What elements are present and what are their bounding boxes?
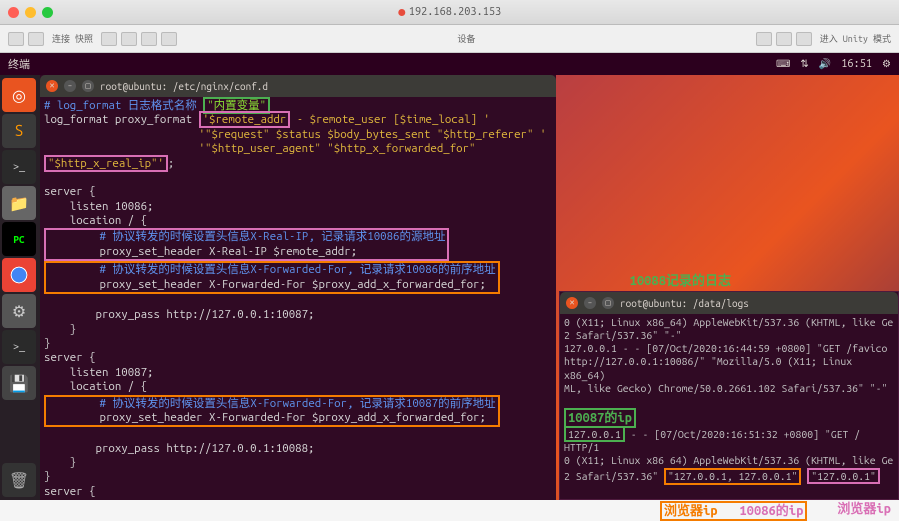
chrome-launcher[interactable] xyxy=(2,258,36,292)
terminal-left-title: root@ubuntu: /etc/nginx/conf.d xyxy=(100,81,268,92)
close-button[interactable] xyxy=(8,7,19,18)
mac-titlebar: 192.168.203.153 xyxy=(0,0,899,25)
anno-browser-ip-1: 浏览器ip 10086的ip xyxy=(660,501,807,521)
toolbar-snapshot-button[interactable] xyxy=(28,32,44,46)
keyboard-icon[interactable]: ⌨ xyxy=(776,58,790,70)
sublime-launcher[interactable]: S xyxy=(2,114,36,148)
toolbar-label-right: 进入 Unity 模式 xyxy=(820,32,891,45)
annotation-row: 浏览器ip 10086的ip 浏览器ip xyxy=(660,501,891,521)
terminal-left-body[interactable]: # log_format 日志格式名称 "内置变量" log_format pr… xyxy=(40,97,556,500)
minimize-icon[interactable]: − xyxy=(64,80,76,92)
title-text: 192.168.203.153 xyxy=(409,6,501,18)
toolbar-icon-6[interactable] xyxy=(776,32,792,46)
anno-browser-ip-2: 浏览器ip xyxy=(837,501,891,521)
settings-launcher[interactable]: ⚙ xyxy=(2,294,36,328)
files-launcher[interactable]: 📁 xyxy=(2,186,36,220)
toolbar-connect-button[interactable] xyxy=(8,32,24,46)
terminal-right[interactable]: ✕ − ▢ root@ubuntu: /data/logs 0 (X11; Li… xyxy=(559,291,899,500)
maximize-icon[interactable]: ▢ xyxy=(602,297,614,309)
toolbar-icon-1[interactable] xyxy=(101,32,117,46)
sound-icon[interactable]: 🔊 xyxy=(819,58,831,70)
toolbar-icon-3[interactable] xyxy=(141,32,157,46)
network-icon[interactable]: ⇅ xyxy=(800,58,808,70)
toolbar-icon-7[interactable] xyxy=(796,32,812,46)
pycharm-launcher[interactable]: PC xyxy=(2,222,36,256)
terminal2-launcher[interactable]: >_ xyxy=(2,330,36,364)
terminal-right-body[interactable]: 0 (X11; Linux x86_64) AppleWebKit/537.36… xyxy=(560,314,898,499)
mac-toolbar: 连接 快照 设备 进入 Unity 模式 xyxy=(0,25,899,53)
log-label: 10088记录的日志 xyxy=(630,270,731,289)
close-icon[interactable]: ✕ xyxy=(566,297,578,309)
ubuntu-dash-button[interactable]: ◎ xyxy=(2,78,36,112)
maximize-button[interactable] xyxy=(42,7,53,18)
gear-icon[interactable]: ⚙ xyxy=(882,58,891,70)
maximize-icon[interactable]: ▢ xyxy=(82,80,94,92)
app-name: 终端 xyxy=(8,56,30,72)
terminal-right-titlebar: ✕ − ▢ root@ubuntu: /data/logs xyxy=(560,292,898,314)
terminal-left-titlebar: ✕ − ▢ root@ubuntu: /etc/nginx/conf.d xyxy=(40,75,556,97)
toolbar-icon-5[interactable] xyxy=(756,32,772,46)
ubuntu-top-bar: 终端 ⌨ ⇅ 🔊 16:51 ⚙ xyxy=(0,53,899,75)
toolbar-label-devices: 设备 xyxy=(457,34,475,44)
terminal-right-title: root@ubuntu: /data/logs xyxy=(620,298,749,309)
toolbar-icon-2[interactable] xyxy=(121,32,137,46)
trash-launcher[interactable]: 🗑 xyxy=(2,463,36,497)
window-title: 192.168.203.153 xyxy=(398,6,501,18)
close-icon[interactable]: ✕ xyxy=(46,80,58,92)
terminal-launcher[interactable]: >_ xyxy=(2,150,36,184)
disk-launcher[interactable]: 💾 xyxy=(2,366,36,400)
desktop: ◎ S >_ 📁 PC ⚙ >_ 💾 🗑 ✕ − ▢ root@ubuntu: … xyxy=(0,75,899,500)
toolbar-icon-4[interactable] xyxy=(161,32,177,46)
minimize-button[interactable] xyxy=(25,7,36,18)
launcher: ◎ S >_ 📁 PC ⚙ >_ 💾 🗑 xyxy=(0,75,40,500)
record-icon xyxy=(398,9,405,16)
clock: 16:51 xyxy=(841,58,872,70)
toolbar-label-left: 连接 快照 xyxy=(52,32,93,45)
traffic-lights xyxy=(8,7,53,18)
minimize-icon[interactable]: − xyxy=(584,297,596,309)
terminal-left[interactable]: ✕ − ▢ root@ubuntu: /etc/nginx/conf.d # l… xyxy=(40,75,556,500)
workspace: ✕ − ▢ root@ubuntu: /etc/nginx/conf.d # l… xyxy=(40,75,899,500)
